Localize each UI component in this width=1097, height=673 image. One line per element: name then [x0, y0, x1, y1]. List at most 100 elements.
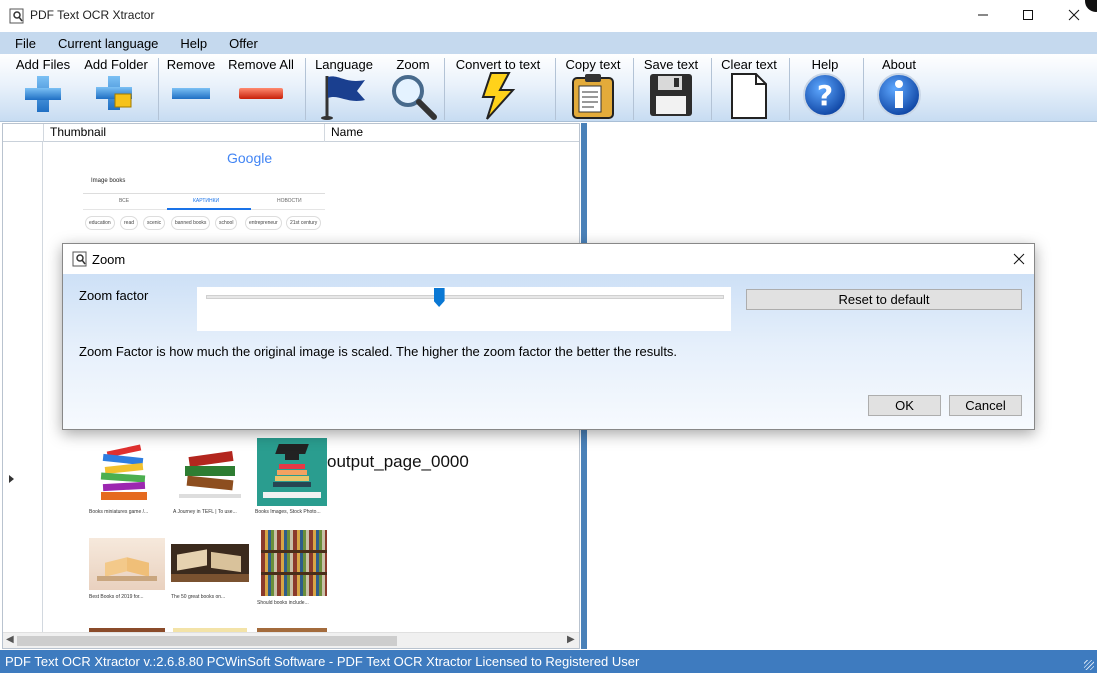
column-header-thumbnail[interactable]: Thumbnail	[43, 124, 324, 142]
filter-chip: education	[85, 216, 115, 230]
menu-bar: File Current language Help Offer	[0, 32, 1097, 54]
dialog-close-button[interactable]	[1004, 244, 1034, 274]
zoom-factor-label: Zoom factor	[79, 288, 149, 303]
image-caption: Books Images, Stock Photo...	[255, 509, 321, 515]
toolbar-separator	[789, 58, 790, 120]
filter-chip: scenic	[143, 216, 166, 230]
slider-track[interactable]	[206, 295, 724, 299]
clear-text-button[interactable]: Clear text	[713, 54, 785, 122]
cancel-button[interactable]: Cancel	[949, 395, 1022, 416]
horizontal-scrollbar[interactable]: ◀ ▶	[3, 632, 579, 648]
lightning-icon	[481, 72, 516, 120]
close-icon	[1013, 253, 1025, 265]
filter-chip: banned books	[171, 216, 211, 230]
convert-label: Convert to text	[455, 57, 541, 72]
floppy-disk-icon	[650, 74, 692, 116]
image-caption: Should books include...	[257, 600, 309, 606]
search-tab: КАРТИНКИ	[193, 198, 220, 204]
image-caption: The 50 great books on...	[171, 594, 226, 600]
magnifier-icon	[392, 75, 437, 120]
add-folder-label: Add Folder	[84, 57, 148, 72]
flag-icon	[321, 76, 365, 120]
status-bar: PDF Text OCR Xtractor v.:2.6.8.80 PCWinS…	[0, 650, 1097, 673]
toolbar-separator	[305, 58, 306, 120]
resize-grip-icon[interactable]	[1084, 660, 1094, 670]
clear-label: Clear text	[721, 57, 777, 72]
minimize-button[interactable]	[960, 0, 1006, 30]
add-folder-button[interactable]: Add Folder	[78, 54, 154, 122]
language-button[interactable]: Language	[309, 54, 379, 122]
language-label: Language	[315, 57, 373, 72]
menu-current-language[interactable]: Current language	[43, 36, 169, 51]
zoom-label: Zoom	[396, 57, 430, 72]
maximize-button[interactable]	[1005, 0, 1051, 30]
file-name-cell[interactable]: output_page_0000	[327, 452, 469, 472]
bookshelf-image	[261, 530, 327, 596]
toolbar-separator	[444, 58, 445, 120]
status-text: PDF Text OCR Xtractor v.:2.6.8.80 PCWinS…	[5, 654, 640, 669]
search-tab: ВСЕ	[119, 198, 130, 204]
zoom-dialog: Zoom Zoom factor Reset to default Zoom F…	[62, 243, 1035, 430]
maximize-icon	[1023, 10, 1033, 20]
filter-chip: 21st century	[286, 216, 322, 230]
remove-all-label: Remove All	[228, 57, 294, 72]
plus-icon	[25, 76, 61, 112]
image-caption: Books miniatures game /...	[89, 509, 149, 515]
image-caption: Best Books of 2019 for...	[89, 594, 144, 600]
toolbar-separator	[633, 58, 634, 120]
filter-chip: school	[215, 216, 238, 230]
about-button[interactable]: About	[867, 54, 931, 122]
remove-button[interactable]: Remove	[162, 54, 220, 122]
current-row-icon	[9, 475, 14, 483]
menu-file[interactable]: File	[0, 36, 47, 51]
zoom-button[interactable]: Zoom	[385, 54, 441, 122]
ok-button[interactable]: OK	[868, 395, 941, 416]
clipboard-icon	[572, 74, 614, 119]
graduation-books-image	[257, 438, 327, 506]
scrollbar-thumb[interactable]	[17, 636, 397, 646]
copy-label: Copy text	[565, 57, 621, 72]
filter-chip: entrepreneur	[245, 216, 282, 230]
app-icon	[72, 251, 87, 267]
google-logo: Google	[227, 150, 273, 166]
dialog-title: Zoom	[92, 252, 126, 267]
slider-thumb[interactable]	[433, 288, 445, 307]
search-tab: НОВОСТИ	[277, 198, 302, 204]
help-button[interactable]: Help ?	[794, 54, 856, 122]
remove-all-button[interactable]: Remove All	[224, 54, 298, 122]
old-books-image	[171, 544, 249, 582]
window-title: PDF Text OCR Xtractor	[30, 8, 155, 22]
toolbar-separator	[158, 58, 159, 120]
search-query: Image books	[91, 178, 126, 184]
grid-header: Thumbnail Name	[3, 124, 579, 142]
toolbar: Add Files Add Folder Remove Remove All L…	[0, 54, 1097, 122]
minimize-icon	[978, 14, 988, 16]
dialog-body: Zoom factor Reset to default Zoom Factor…	[63, 274, 1034, 429]
toolbar-separator	[863, 58, 864, 120]
menu-help[interactable]: Help	[165, 36, 218, 51]
scroll-left-icon[interactable]: ◀	[6, 634, 14, 645]
remove-label: Remove	[166, 57, 216, 72]
open-book-image	[89, 538, 165, 590]
add-files-button[interactable]: Add Files	[8, 54, 78, 122]
add-files-label: Add Files	[15, 57, 71, 72]
copy-text-button[interactable]: Copy text	[558, 54, 628, 122]
image-caption: A Journey in TEFL | To use...	[173, 509, 237, 515]
toolbar-separator	[555, 58, 556, 120]
convert-to-text-button[interactable]: Convert to text	[446, 54, 550, 122]
row-header-column	[3, 142, 43, 632]
close-icon	[1068, 9, 1080, 21]
toolbar-separator	[711, 58, 712, 120]
reset-to-default-button[interactable]: Reset to default	[746, 289, 1022, 310]
search-box: Image books	[83, 172, 325, 194]
save-text-button[interactable]: Save text	[636, 54, 706, 122]
dialog-title-bar: Zoom	[63, 244, 1034, 274]
column-header-name[interactable]: Name	[324, 124, 579, 142]
scroll-right-icon[interactable]: ▶	[567, 634, 575, 645]
app-icon	[9, 8, 24, 24]
zoom-factor-slider[interactable]	[197, 287, 731, 331]
menu-offer[interactable]: Offer	[214, 36, 269, 51]
save-label: Save text	[643, 57, 699, 72]
zoom-description: Zoom Factor is how much the original ima…	[79, 344, 678, 359]
book-stack-image	[93, 440, 161, 506]
